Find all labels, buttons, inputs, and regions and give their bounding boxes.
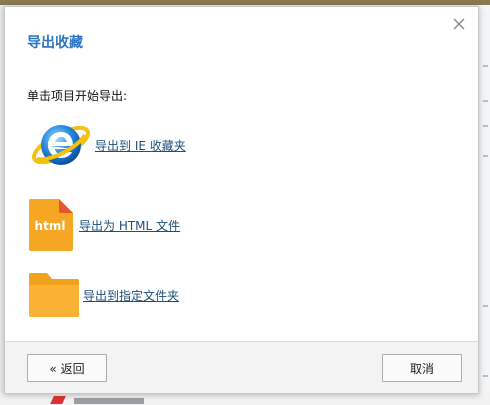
internet-explorer-icon	[27, 115, 93, 175]
export-as-html-option[interactable]: html 导出为 HTML 文件	[27, 197, 180, 253]
background-tick	[483, 65, 488, 67]
dialog-footer: « 返回 取消	[5, 341, 478, 393]
background-flag-icon	[50, 396, 66, 404]
export-to-ie-option[interactable]: 导出到 IE 收藏夹	[27, 115, 186, 175]
cancel-button[interactable]: 取消	[382, 354, 462, 382]
instruction-text: 单击项目开始导出:	[27, 89, 128, 103]
export-favorites-dialog: 导出收藏 单击项目开始导出: 导出到 IE 收藏夹 html 导出为 HTML …	[4, 6, 479, 394]
dialog-title: 导出收藏	[27, 35, 83, 51]
background-footer	[0, 393, 490, 405]
background-content-strip	[478, 5, 490, 405]
export-as-html-link[interactable]: 导出为 HTML 文件	[79, 217, 180, 234]
export-to-folder-link[interactable]: 导出到指定文件夹	[83, 287, 179, 304]
background-tick	[483, 155, 488, 157]
close-icon[interactable]	[452, 17, 466, 31]
background-text	[74, 398, 144, 404]
folder-icon	[27, 271, 81, 319]
export-to-folder-option[interactable]: 导出到指定文件夹	[27, 271, 179, 319]
background-tick	[483, 375, 488, 377]
back-button[interactable]: « 返回	[27, 354, 107, 382]
background-tick	[483, 100, 488, 102]
html-file-icon: html	[27, 197, 75, 253]
background-tick	[483, 125, 488, 127]
export-to-ie-link[interactable]: 导出到 IE 收藏夹	[95, 137, 186, 154]
background-tick	[483, 305, 488, 307]
window-top-bar	[0, 0, 490, 5]
html-badge-text: html	[34, 219, 66, 233]
